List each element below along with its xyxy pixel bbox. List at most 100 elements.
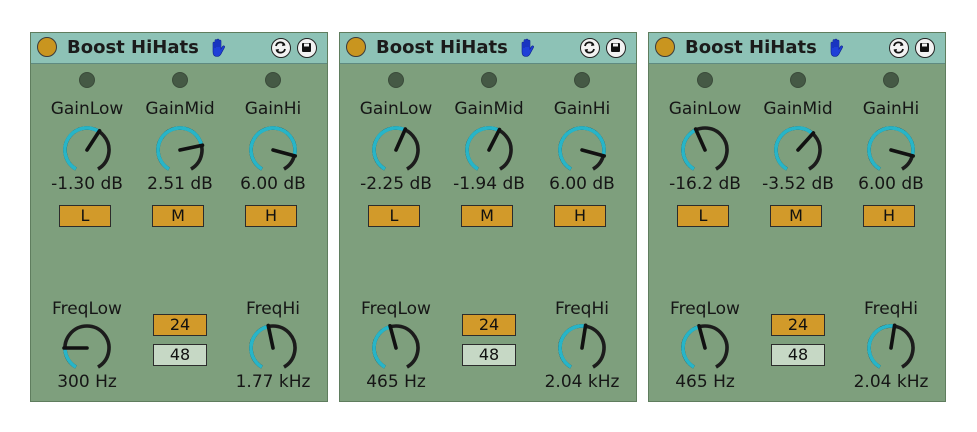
gain-low-knob[interactable] xyxy=(677,122,733,178)
led-mid xyxy=(481,72,497,88)
hot-swap-icon xyxy=(584,41,595,54)
power-toggle-icon[interactable] xyxy=(655,37,675,57)
hot-swap-button[interactable] xyxy=(271,38,291,58)
hot-swap-icon xyxy=(893,41,904,54)
slope-48-button[interactable]: 48 xyxy=(771,344,825,366)
freq-hi-label: FreqHi xyxy=(246,299,300,319)
gain-low-knob[interactable] xyxy=(59,122,115,178)
freq-low-knob[interactable] xyxy=(368,320,424,376)
device-title-bar[interactable]: Boost HiHats xyxy=(649,33,945,64)
gain-mid-value[interactable]: -3.52 dB xyxy=(753,174,843,194)
low-band-button[interactable]: L xyxy=(59,205,111,227)
knob-value-arc xyxy=(249,324,269,369)
save-preset-button[interactable] xyxy=(297,38,317,58)
knob-needle xyxy=(697,323,707,350)
gain-mid-value[interactable]: 2.51 dB xyxy=(135,174,225,194)
led-low xyxy=(697,72,713,88)
gain-mid-label: GainMid xyxy=(454,99,524,119)
power-toggle-icon[interactable] xyxy=(346,37,366,57)
freq-hi-knob[interactable] xyxy=(245,320,301,376)
hand-icon xyxy=(830,38,843,57)
led-low xyxy=(388,72,404,88)
high-band-button[interactable]: H xyxy=(245,205,297,227)
freq-low-value[interactable]: 465 Hz xyxy=(660,372,750,392)
freq-low-value[interactable]: 465 Hz xyxy=(351,372,441,392)
high-band-button[interactable]: H xyxy=(863,205,915,227)
gain-low-value[interactable]: -1.30 dB xyxy=(42,174,132,194)
gain-mid-knob[interactable] xyxy=(461,122,517,178)
freq-low-knob[interactable] xyxy=(677,320,733,376)
gain-hi-value[interactable]: 6.00 dB xyxy=(537,174,627,194)
gain-hi-label: GainHi xyxy=(862,99,920,119)
freq-hi-label: FreqHi xyxy=(555,299,609,319)
device-title-bar[interactable]: Boost HiHats xyxy=(340,33,636,64)
knob-needle xyxy=(580,148,607,158)
mid-band-button[interactable]: M xyxy=(770,205,822,227)
freq-hi-knob[interactable] xyxy=(863,320,919,376)
mid-band-button[interactable]: M xyxy=(461,205,513,227)
freq-hi-value[interactable]: 2.04 kHz xyxy=(537,372,627,392)
gain-low-label: GainLow xyxy=(359,99,433,119)
freq-low-label: FreqLow xyxy=(361,299,431,319)
knob-value-arc xyxy=(774,126,814,171)
knob-needle xyxy=(85,128,102,152)
knob-needle xyxy=(580,323,588,350)
save-preset-button[interactable] xyxy=(915,38,935,58)
knob-value-arc xyxy=(372,126,406,171)
knob-needle xyxy=(889,148,916,158)
knob-needle xyxy=(796,131,816,152)
knob-needle xyxy=(394,127,408,152)
gain-hi-value[interactable]: 6.00 dB xyxy=(228,174,318,194)
hot-swap-icon xyxy=(275,41,286,54)
gain-mid-knob[interactable] xyxy=(152,122,208,178)
gain-low-value[interactable]: -2.25 dB xyxy=(351,174,441,194)
gain-hi-value[interactable]: 6.00 dB xyxy=(846,174,936,194)
device-title: Boost HiHats xyxy=(685,37,817,58)
slope-24-button[interactable]: 24 xyxy=(153,314,207,336)
slope-24-button[interactable]: 24 xyxy=(462,314,516,336)
device-title-bar[interactable]: Boost HiHats xyxy=(31,33,327,64)
freq-low-label: FreqLow xyxy=(52,299,122,319)
knob-value-arc xyxy=(681,325,700,369)
knob-needle xyxy=(266,323,275,350)
freq-hi-value[interactable]: 2.04 kHz xyxy=(846,372,936,392)
freq-hi-value[interactable]: 1.77 kHz xyxy=(228,372,318,392)
low-band-button[interactable]: L xyxy=(368,205,420,227)
gain-hi-label: GainHi xyxy=(553,99,611,119)
device-title: Boost HiHats xyxy=(376,37,508,58)
slope-48-button[interactable]: 48 xyxy=(462,344,516,366)
freq-low-value[interactable]: 300 Hz xyxy=(42,372,132,392)
hot-swap-button[interactable] xyxy=(889,38,909,58)
knob-value-arc xyxy=(681,128,697,171)
gain-mid-label: GainMid xyxy=(763,99,833,119)
freq-hi-knob[interactable] xyxy=(554,320,610,376)
gain-hi-knob[interactable] xyxy=(554,122,610,178)
save-preset-icon xyxy=(302,43,311,52)
gain-mid-label: GainMid xyxy=(145,99,215,119)
knob-needle xyxy=(271,148,298,158)
gain-mid-knob[interactable] xyxy=(770,122,826,178)
gain-mid-value[interactable]: -1.94 dB xyxy=(444,174,534,194)
low-band-button[interactable]: L xyxy=(677,205,729,227)
knob-value-arc xyxy=(63,347,78,369)
knob-value-arc xyxy=(372,325,391,369)
power-toggle-icon[interactable] xyxy=(37,37,57,57)
hot-swap-button[interactable] xyxy=(580,38,600,58)
gain-low-label: GainLow xyxy=(50,99,124,119)
knob-needle xyxy=(889,323,897,350)
gain-low-label: GainLow xyxy=(668,99,742,119)
mid-band-button[interactable]: M xyxy=(152,205,204,227)
slope-24-button[interactable]: 24 xyxy=(771,314,825,336)
high-band-button[interactable]: H xyxy=(554,205,606,227)
gain-low-knob[interactable] xyxy=(368,122,424,178)
gain-low-value[interactable]: -16.2 dB xyxy=(660,174,750,194)
gain-hi-knob[interactable] xyxy=(245,122,301,178)
slope-48-button[interactable]: 48 xyxy=(153,344,207,366)
gain-hi-knob[interactable] xyxy=(863,122,919,178)
hand-icon xyxy=(212,38,225,57)
eq-device-panel-1: Boost HiHats GainLow GainMid GainHi -1.3… xyxy=(30,32,328,402)
freq-low-knob[interactable] xyxy=(59,320,115,376)
eq-device-panel-3: Boost HiHats GainLow GainMid GainHi -16.… xyxy=(648,32,946,402)
save-preset-button[interactable] xyxy=(606,38,626,58)
led-mid xyxy=(790,72,806,88)
